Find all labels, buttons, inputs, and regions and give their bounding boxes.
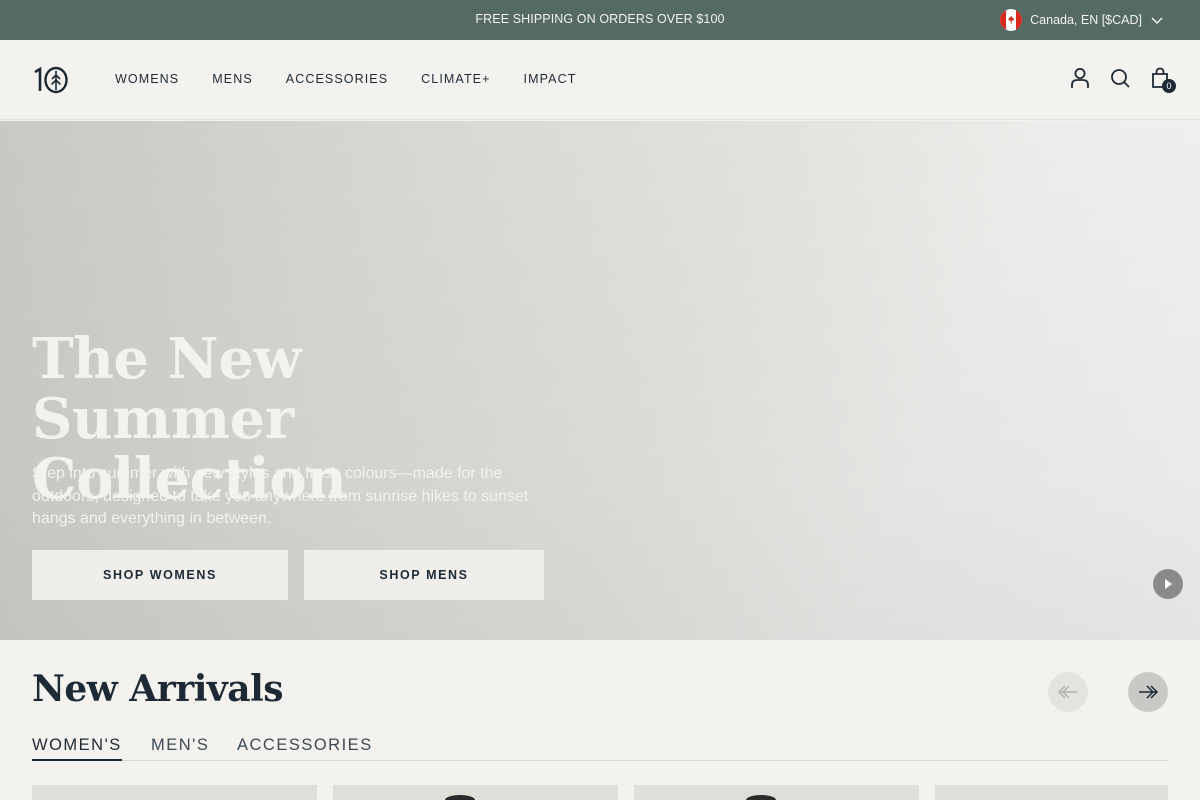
announcement-bar: FREE SHIPPING ON ORDERS OVER $100 Canada… (0, 0, 1200, 40)
header-actions: 0 (1070, 67, 1176, 93)
new-arrivals-tabs: WOMEN'S MEN'S ACCESSORIES (32, 736, 1168, 761)
locale-label: Canada, EN [$CAD] (1030, 13, 1142, 27)
shop-womens-button[interactable]: SHOP WOMENS (32, 550, 288, 600)
play-icon[interactable] (1153, 569, 1183, 599)
product-card[interactable] (32, 785, 317, 800)
main-nav: WOMENS MENS ACCESSORIES CLIMATE+ IMPACT (115, 72, 609, 86)
tab-womens[interactable]: WOMEN'S (32, 736, 122, 761)
nav-mens[interactable]: MENS (212, 72, 253, 86)
tab-mens[interactable]: MEN'S (151, 736, 209, 761)
hero-description: Step into summer with new styles and fre… (32, 465, 529, 527)
nav-accessories[interactable]: ACCESSORIES (286, 72, 388, 86)
carousel-next-button[interactable] (1128, 672, 1168, 712)
cart-count-badge: 0 (1162, 79, 1176, 93)
locale-selector[interactable]: Canada, EN [$CAD] (1000, 9, 1164, 31)
hero-banner: The New Summer Collection Step into summ… (0, 121, 1200, 640)
nav-impact[interactable]: IMPACT (524, 72, 577, 86)
tab-accessories[interactable]: ACCESSORIES (237, 736, 373, 761)
nav-climate[interactable]: CLIMATE+ (421, 72, 490, 86)
arrow-left-icon (1057, 685, 1077, 699)
nav-womens[interactable]: WOMENS (115, 72, 179, 86)
product-card[interactable] (634, 785, 919, 800)
site-header: WOMENS MENS ACCESSORIES CLIMATE+ IMPACT … (0, 40, 1200, 120)
product-image (445, 795, 475, 800)
canada-flag-icon (1000, 9, 1023, 31)
chevron-down-icon (1151, 17, 1163, 25)
product-card[interactable] (333, 785, 618, 800)
arrow-right-icon (1139, 685, 1159, 699)
product-image (746, 795, 776, 800)
logo[interactable] (32, 66, 68, 94)
product-card[interactable] (935, 785, 1168, 800)
new-arrivals-title: New Arrivals (32, 668, 284, 710)
search-icon[interactable] (1110, 67, 1130, 89)
account-icon[interactable] (1070, 67, 1090, 89)
shop-mens-button[interactable]: SHOP MENS (304, 550, 544, 600)
cart-button[interactable]: 0 (1150, 67, 1176, 93)
tentree-logo-icon (34, 66, 68, 94)
carousel-prev-button[interactable] (1048, 672, 1088, 712)
